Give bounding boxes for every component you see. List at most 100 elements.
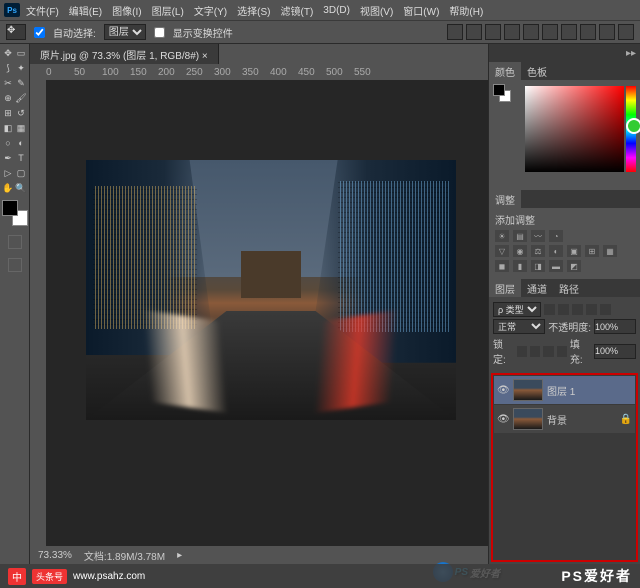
- tab-channels[interactable]: 通道: [521, 279, 553, 298]
- visibility-icon[interactable]: 👁: [497, 385, 509, 396]
- bw-icon[interactable]: ◐: [549, 245, 563, 257]
- layer-filter-kind[interactable]: ρ 类型: [493, 302, 541, 317]
- opacity-field[interactable]: [594, 319, 636, 334]
- move-tool-preset-icon[interactable]: ✥: [6, 24, 26, 40]
- foreground-color[interactable]: [2, 200, 18, 216]
- tab-paths[interactable]: 路径: [553, 279, 585, 298]
- lock-all-icon[interactable]: [557, 346, 567, 357]
- menu-edit[interactable]: 编辑(E): [65, 1, 106, 20]
- heal-tool[interactable]: ⊕: [2, 91, 14, 105]
- brightness-icon[interactable]: ☀: [495, 230, 509, 242]
- layer-item[interactable]: 👁 图层 1: [494, 376, 635, 404]
- layer-name[interactable]: 背景: [547, 412, 567, 427]
- tab-swatches[interactable]: 色板: [521, 62, 553, 81]
- menu-image[interactable]: 图像(I): [108, 1, 145, 20]
- filter-type-icon[interactable]: [572, 304, 583, 315]
- gradient-map-icon[interactable]: ▬: [549, 260, 563, 272]
- photo-filter-icon[interactable]: ▣: [567, 245, 581, 257]
- tab-adjustments[interactable]: 调整: [489, 190, 521, 209]
- vibrance-icon[interactable]: ▽: [495, 245, 509, 257]
- shape-tool[interactable]: ▢: [15, 166, 27, 180]
- stamp-tool[interactable]: ⊞: [2, 106, 14, 120]
- hue-icon[interactable]: ◉: [513, 245, 527, 257]
- eraser-tool[interactable]: ◧: [2, 121, 14, 135]
- menu-3d[interactable]: 3D(D): [319, 3, 354, 18]
- layer-item[interactable]: 👁 背景 🔒: [494, 405, 635, 433]
- menu-window[interactable]: 窗口(W): [399, 1, 443, 20]
- history-brush-tool[interactable]: ↺: [15, 106, 27, 120]
- selective-icon[interactable]: ◩: [567, 260, 581, 272]
- show-transform-label: 显示变换控件: [173, 25, 233, 40]
- show-transform-checkbox[interactable]: [154, 27, 165, 38]
- align-icon[interactable]: [447, 24, 463, 40]
- fill-field[interactable]: [594, 344, 636, 359]
- collapse-icon[interactable]: ▸▸: [626, 48, 636, 59]
- pen-tool[interactable]: ✒: [2, 151, 14, 165]
- curves-icon[interactable]: 〰: [531, 230, 545, 242]
- filter-smart-icon[interactable]: [600, 304, 611, 315]
- align-icon[interactable]: [466, 24, 482, 40]
- menu-filter[interactable]: 滤镜(T): [277, 1, 318, 20]
- document-tab[interactable]: 原片.jpg @ 73.3% (图层 1, RGB/8#) ×: [30, 44, 219, 65]
- zoom-tool[interactable]: 🔍: [15, 181, 27, 195]
- dodge-tool[interactable]: ◐: [15, 136, 27, 150]
- path-tool[interactable]: ▷: [2, 166, 14, 180]
- exposure-icon[interactable]: ◔: [549, 230, 563, 242]
- color-field[interactable]: [525, 86, 624, 172]
- wand-tool[interactable]: ✦: [15, 61, 27, 75]
- menu-file[interactable]: 文件(F): [22, 1, 63, 20]
- distribute-icon[interactable]: [599, 24, 615, 40]
- brush-tool[interactable]: 🖌: [15, 91, 27, 105]
- mixer-icon[interactable]: ⊞: [585, 245, 599, 257]
- auto-select-dropdown[interactable]: 图层: [104, 24, 146, 40]
- levels-icon[interactable]: ▤: [513, 230, 527, 242]
- lock-pixel-icon[interactable]: [530, 346, 540, 357]
- screenmode-icon[interactable]: [8, 258, 22, 272]
- tab-layers[interactable]: 图层: [489, 279, 521, 298]
- align-icon[interactable]: [542, 24, 558, 40]
- auto-select-checkbox[interactable]: [34, 27, 45, 38]
- menu-text[interactable]: 文字(Y): [190, 1, 231, 20]
- invert-icon[interactable]: ◼: [495, 260, 509, 272]
- layer-thumbnail[interactable]: [513, 379, 543, 401]
- 3d-mode-icon[interactable]: [618, 24, 634, 40]
- posterize-icon[interactable]: ▮: [513, 260, 527, 272]
- type-tool[interactable]: T: [15, 151, 27, 165]
- lookup-icon[interactable]: ▦: [603, 245, 617, 257]
- menu-layer[interactable]: 图层(L): [148, 1, 188, 20]
- distribute-icon[interactable]: [561, 24, 577, 40]
- layer-name[interactable]: 图层 1: [547, 383, 575, 398]
- align-icon[interactable]: [504, 24, 520, 40]
- align-icon[interactable]: [485, 24, 501, 40]
- color-swatches[interactable]: [2, 200, 28, 226]
- lock-pos-icon[interactable]: [543, 346, 553, 357]
- visibility-icon[interactable]: 👁: [497, 414, 509, 425]
- eyedropper-tool[interactable]: ✎: [15, 76, 27, 90]
- threshold-icon[interactable]: ◨: [531, 260, 545, 272]
- tab-color[interactable]: 颜色: [489, 62, 521, 81]
- ps-logo-icon: Ps: [4, 3, 20, 17]
- menu-view[interactable]: 视图(V): [356, 1, 397, 20]
- filter-adjust-icon[interactable]: [558, 304, 569, 315]
- lasso-tool[interactable]: ⟆: [2, 61, 14, 75]
- marquee-tool[interactable]: ▭: [15, 46, 27, 60]
- move-tool[interactable]: ✥: [2, 46, 14, 60]
- quickmask-icon[interactable]: [8, 235, 22, 249]
- distribute-icon[interactable]: [580, 24, 596, 40]
- menu-select[interactable]: 选择(S): [233, 1, 274, 20]
- layer-thumbnail[interactable]: [513, 408, 543, 430]
- gradient-tool[interactable]: ▦: [15, 121, 27, 135]
- balance-icon[interactable]: ⚖: [531, 245, 545, 257]
- align-icon[interactable]: [523, 24, 539, 40]
- canvas[interactable]: [46, 80, 488, 546]
- filter-shape-icon[interactable]: [586, 304, 597, 315]
- menu-help[interactable]: 帮助(H): [445, 1, 487, 20]
- lock-trans-icon[interactable]: [517, 346, 527, 357]
- blend-mode-dropdown[interactable]: 正常: [493, 319, 545, 334]
- crop-tool[interactable]: ✂: [2, 76, 14, 90]
- blur-tool[interactable]: ○: [2, 136, 14, 150]
- zoom-level[interactable]: 73.33%: [38, 550, 72, 561]
- mini-swatches[interactable]: [493, 84, 513, 104]
- filter-pixel-icon[interactable]: [544, 304, 555, 315]
- hand-tool[interactable]: ✋: [2, 181, 14, 195]
